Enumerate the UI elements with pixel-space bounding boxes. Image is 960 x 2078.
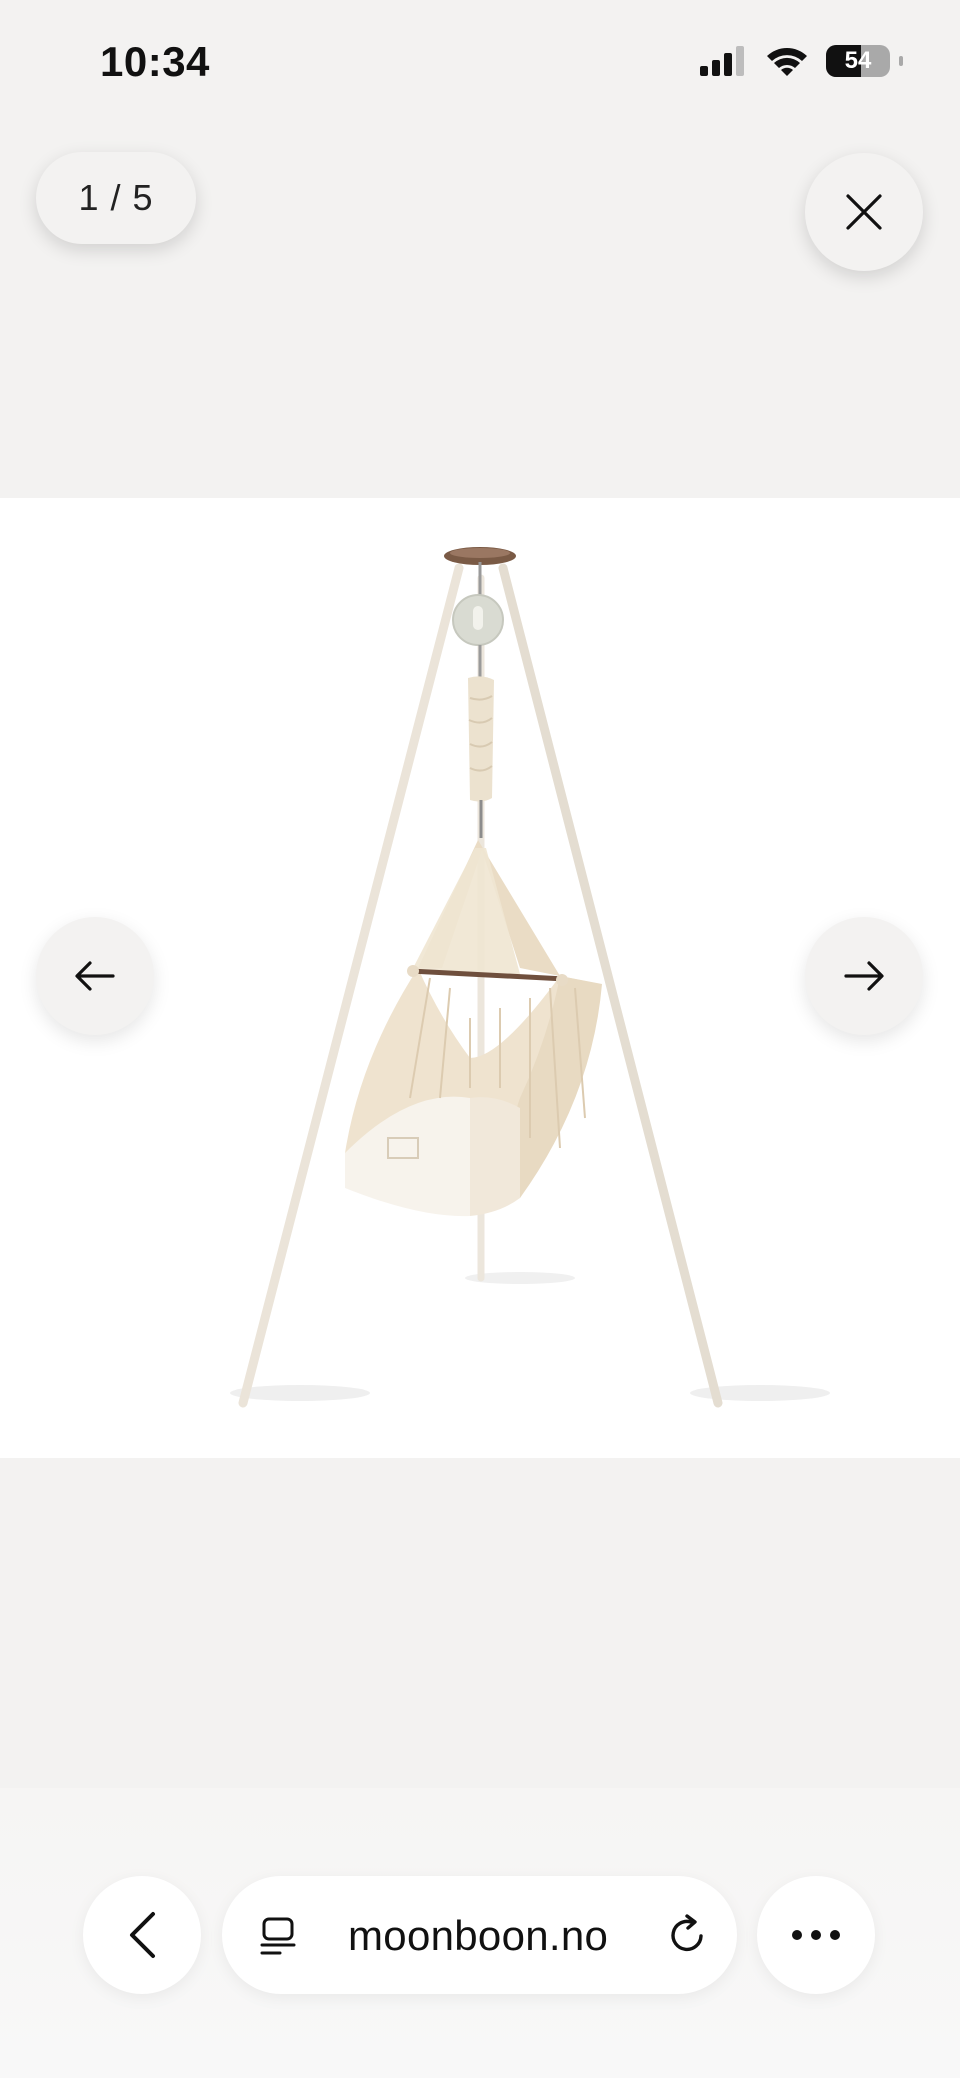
browser-back-button[interactable]	[83, 1876, 201, 1994]
next-image-button[interactable]	[805, 917, 923, 1035]
close-button[interactable]	[805, 153, 923, 271]
arrow-right-icon	[844, 961, 884, 991]
image-counter: 1 / 5	[36, 152, 196, 244]
more-icon	[792, 1930, 840, 1940]
address-bar[interactable]: moonboon.no	[222, 1876, 737, 1994]
battery-icon: 54	[826, 45, 903, 77]
status-bar: 10:34 54	[0, 0, 960, 130]
url-text[interactable]: moonboon.no	[348, 1912, 608, 1960]
close-icon	[846, 194, 882, 230]
status-icons: 54	[698, 44, 903, 78]
browser-toolbar: moonboon.no	[0, 1788, 960, 2078]
battery-level: 54	[844, 47, 872, 74]
tabs-icon[interactable]	[258, 1916, 298, 1956]
wifi-icon	[767, 48, 807, 76]
arrow-left-icon	[75, 961, 115, 991]
chevron-left-icon	[130, 1912, 155, 1958]
previous-image-button[interactable]	[36, 917, 154, 1035]
status-time: 10:34	[100, 38, 210, 85]
more-options-button[interactable]	[757, 1876, 875, 1994]
cellular-signal-icon	[700, 46, 744, 76]
reload-icon[interactable]	[667, 1914, 709, 1956]
